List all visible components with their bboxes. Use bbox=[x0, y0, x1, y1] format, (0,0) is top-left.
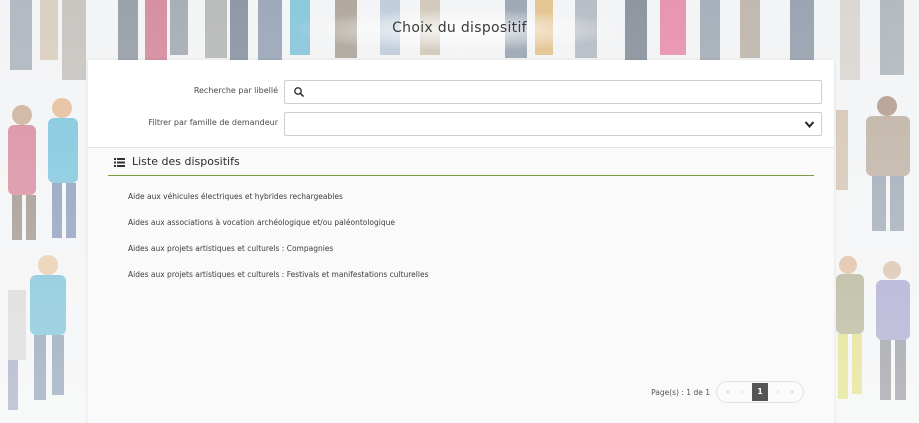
pages-count: Page(s) : 1 de 1 bbox=[651, 387, 710, 397]
search-label: Recherche par libellé bbox=[193, 86, 278, 95]
search-input[interactable] bbox=[309, 83, 809, 101]
list-section: Liste des dispositifs Aide aux véhicules… bbox=[88, 148, 834, 423]
list-title: Liste des dispositifs bbox=[132, 155, 240, 168]
next-page-button[interactable]: › bbox=[771, 383, 785, 401]
first-page-button[interactable]: « bbox=[721, 383, 735, 401]
prev-page-button[interactable]: ‹ bbox=[735, 383, 749, 401]
list-header: Liste des dispositifs bbox=[108, 148, 814, 176]
last-page-button[interactable]: » bbox=[785, 383, 799, 401]
list-item[interactable]: Aides aux projets artistiques et culture… bbox=[128, 270, 429, 296]
pager: « ‹ 1 › » bbox=[716, 381, 804, 403]
chevron-down-icon bbox=[804, 121, 815, 129]
list-item[interactable]: Aides aux associations à vocation archéo… bbox=[128, 218, 429, 244]
main-panel: Recherche par libellé Filtrer par famill… bbox=[88, 60, 834, 423]
search-row: Recherche par libellé bbox=[88, 80, 834, 104]
current-page-button[interactable]: 1 bbox=[752, 383, 768, 401]
filters-section: Recherche par libellé Filtrer par famill… bbox=[88, 60, 834, 148]
dispositif-list: Aide aux véhicules électriques et hybrid… bbox=[128, 192, 429, 296]
family-label: Filtrer par famille de demandeur bbox=[148, 118, 278, 127]
list-item[interactable]: Aide aux véhicules électriques et hybrid… bbox=[128, 192, 429, 218]
family-row: Filtrer par famille de demandeur bbox=[88, 112, 834, 136]
page-title: Choix du dispositif bbox=[392, 20, 527, 36]
list-icon bbox=[114, 158, 125, 167]
search-field[interactable] bbox=[284, 80, 822, 104]
search-icon bbox=[294, 87, 304, 97]
list-item[interactable]: Aides aux projets artistiques et culture… bbox=[128, 244, 429, 270]
pagination: Page(s) : 1 de 1 « ‹ 1 › » bbox=[651, 381, 804, 403]
family-select[interactable] bbox=[284, 112, 822, 136]
